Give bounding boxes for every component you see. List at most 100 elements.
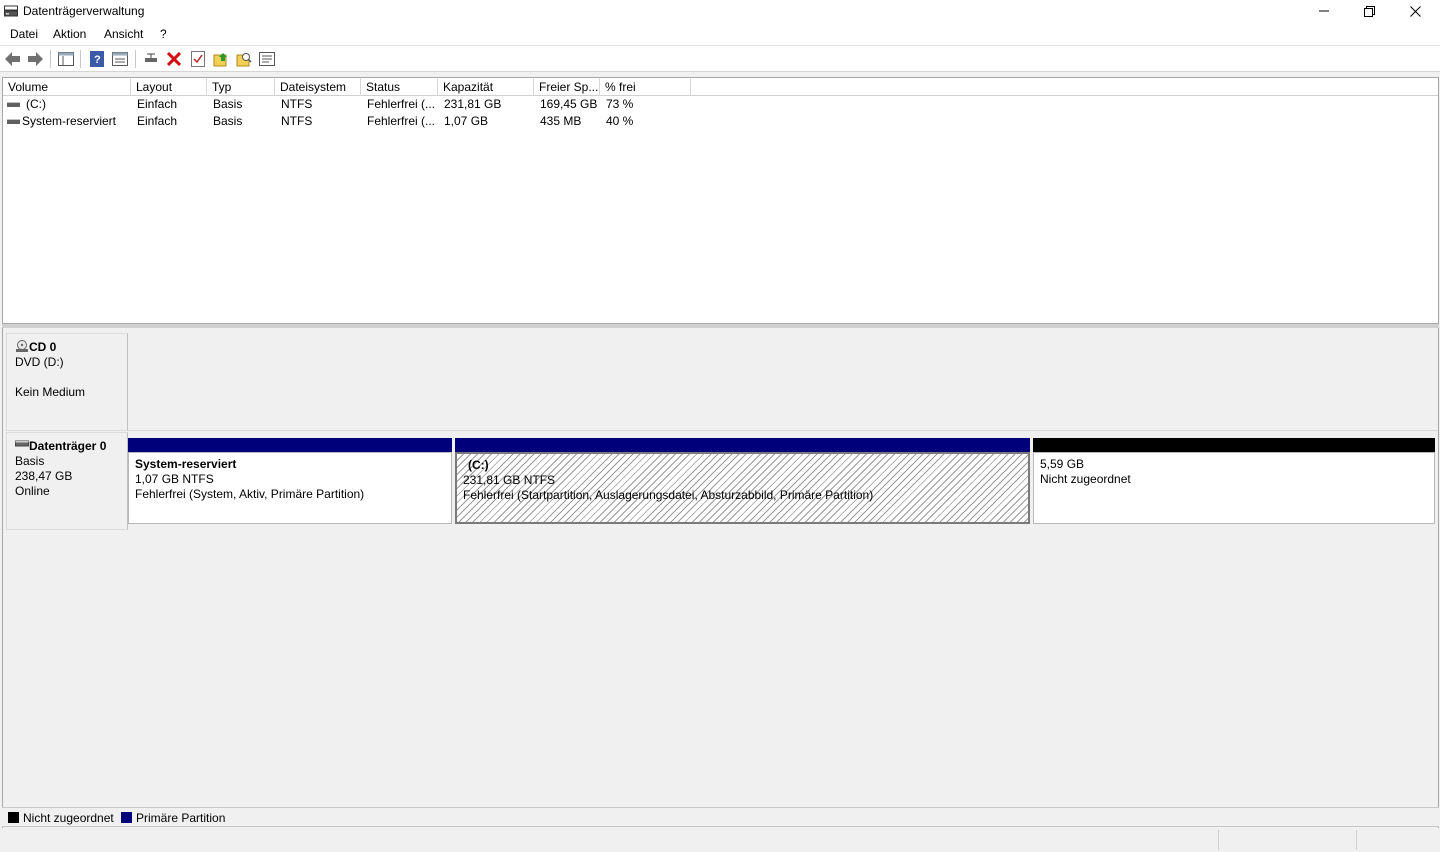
restore-icon	[1363, 5, 1375, 17]
title-bar: Datenträgerverwaltung	[0, 0, 1440, 22]
cd0-media-area	[128, 333, 1438, 431]
toolbar-separator	[50, 50, 51, 68]
partition-name: System-reserviert	[135, 457, 237, 471]
volume-typ: Basis	[213, 97, 243, 111]
partition-size: 1,07 GB NTFS	[135, 472, 214, 486]
legend-primary-label: Primäre Partition	[136, 811, 226, 825]
delete-button[interactable]	[165, 50, 183, 68]
forward-icon	[28, 52, 43, 66]
toolbar-separator	[135, 50, 136, 68]
svg-text:?: ?	[94, 54, 101, 66]
properties-icon	[112, 52, 128, 66]
disk-management-app-icon	[4, 5, 18, 17]
partition-status: Nicht zugeordnet	[1040, 472, 1131, 486]
partition-status: Fehlerfrei (System, Aktiv, Primäre Parti…	[135, 487, 365, 501]
volume-typ: Basis	[213, 114, 243, 128]
list-view-button[interactable]	[258, 50, 276, 68]
close-icon	[1409, 5, 1421, 17]
disk-label-cd0[interactable]: CD 0 DVD (D:) Kein Medium	[6, 333, 128, 431]
disk-label-disk0[interactable]: Datenträger 0 Basis 238,47 GB Online	[6, 432, 128, 530]
menu-datei[interactable]: Datei	[10, 27, 38, 41]
partition-size: 5,59 GB	[1040, 457, 1085, 471]
volume-free: 435 MB	[540, 114, 582, 128]
check-button[interactable]	[189, 50, 207, 68]
disk-drive-icon	[15, 440, 29, 447]
menu-help[interactable]: ?	[160, 27, 167, 41]
console-tree-button[interactable]	[57, 50, 75, 68]
forward-button[interactable]	[26, 50, 44, 68]
volume-name: System-reserviert	[22, 114, 117, 128]
partition-system-reserved[interactable]: System-reserviert 1,07 GB NTFS Fehlerfre…	[128, 438, 452, 525]
search-folder-button[interactable]	[235, 50, 253, 68]
partition-primary-bar	[128, 438, 452, 452]
back-button[interactable]	[4, 50, 22, 68]
drive-icon	[7, 102, 20, 107]
window-title: Datenträgerverwaltung	[23, 4, 145, 18]
volume-row-c[interactable]: (C:) Einfach Basis NTFS Fehlerfrei (... …	[3, 96, 1438, 113]
cd0-status: Kein Medium	[15, 385, 86, 399]
partition-size: 231,81 GB NTFS	[463, 473, 556, 487]
cd0-name: CD 0	[29, 340, 57, 354]
volume-percent-free: 40 %	[606, 114, 634, 128]
partition-body: 5,59 GB Nicht zugeordnet	[1033, 452, 1435, 524]
column-header-volume[interactable]: Volume	[3, 78, 131, 96]
disk0-status: Online	[15, 484, 50, 498]
toolbar: ?	[0, 46, 1440, 72]
disk0-type: Basis	[15, 454, 45, 468]
minimize-button[interactable]	[1301, 0, 1347, 22]
volume-filesystem: NTFS	[281, 114, 313, 128]
folder-up-button[interactable]	[212, 50, 230, 68]
column-header-prozent-frei[interactable]: % frei	[600, 78, 691, 96]
legend-primary-swatch	[121, 812, 132, 823]
console-tree-icon	[58, 52, 74, 66]
legend-unallocated-label: Nicht zugeordnet	[23, 811, 114, 825]
column-header-dateisystem[interactable]: Dateisystem	[275, 78, 361, 96]
volume-status: Fehlerfrei (...	[367, 114, 436, 128]
volume-layout: Einfach	[137, 97, 178, 111]
volume-capacity: 1,07 GB	[444, 114, 489, 128]
delete-icon	[167, 52, 181, 66]
menu-aktion[interactable]: Aktion	[53, 27, 86, 41]
partition-body-selected: (C:) 231,81 GB NTFS Fehlerfrei (Startpar…	[455, 452, 1030, 524]
properties-button[interactable]	[111, 50, 129, 68]
partition-unallocated[interactable]: 5,59 GB Nicht zugeordnet	[1033, 438, 1435, 525]
disk0-title: Datenträger 0	[15, 439, 127, 454]
column-header-layout[interactable]: Layout	[131, 78, 207, 96]
partition-c[interactable]: (C:) 231,81 GB NTFS Fehlerfrei (Startpar…	[455, 438, 1030, 525]
volume-filesystem: NTFS	[281, 97, 313, 111]
status-bar	[0, 828, 1440, 852]
volume-row-system-reserved[interactable]: System-reserviert Einfach Basis NTFS Feh…	[3, 113, 1438, 130]
toolbar-separator	[80, 50, 81, 68]
volume-free: 169,45 GB	[540, 97, 598, 111]
help-button[interactable]: ?	[88, 50, 106, 68]
status-separator	[1356, 830, 1357, 850]
volume-percent-free: 73 %	[606, 97, 634, 111]
partition-body: System-reserviert 1,07 GB NTFS Fehlerfre…	[128, 452, 452, 524]
list-view-icon	[259, 52, 275, 66]
partition-status: Fehlerfrei (Startpartition, Auslagerungs…	[463, 488, 874, 502]
volume-list[interactable]: Volume Layout Typ Dateisystem Status Kap…	[2, 77, 1439, 324]
menu-ansicht[interactable]: Ansicht	[104, 27, 143, 41]
close-button[interactable]	[1392, 0, 1438, 22]
cd-drive-icon	[16, 340, 28, 352]
column-header-kapazitaet[interactable]: Kapazität	[438, 78, 534, 96]
partition-primary-bar	[455, 438, 1030, 452]
cd0-type: DVD (D:)	[15, 355, 64, 369]
help-icon: ?	[90, 51, 104, 67]
column-header-typ[interactable]: Typ	[207, 78, 275, 96]
column-header-freier-speicher[interactable]: Freier Sp...	[534, 78, 600, 96]
search-folder-icon	[236, 53, 252, 67]
disk-graphical-view: CD 0 DVD (D:) Kein Medium Datenträger 0 …	[2, 328, 1439, 828]
drive-icon	[7, 119, 20, 124]
restore-button[interactable]	[1346, 0, 1392, 22]
legend-unallocated-swatch	[8, 812, 19, 823]
volume-list-header: Volume Layout Typ Dateisystem Status Kap…	[3, 78, 1438, 96]
disk0-name: Datenträger 0	[29, 439, 107, 453]
column-header-status[interactable]: Status	[361, 78, 438, 96]
back-icon	[5, 52, 20, 66]
legend: Nicht zugeordnet Primäre Partition	[2, 807, 1439, 827]
check-icon	[191, 51, 205, 67]
connect-disk-button[interactable]	[142, 50, 160, 68]
menu-bar: Datei Aktion Ansicht ?	[0, 22, 1440, 46]
